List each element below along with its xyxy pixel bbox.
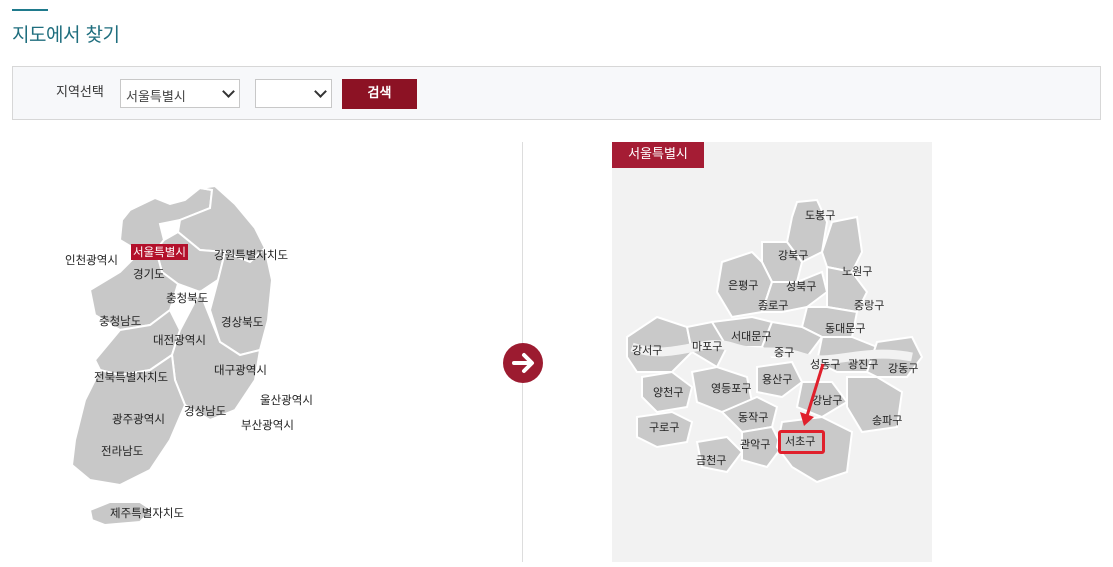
search-button[interactable]: 검색 — [342, 79, 417, 109]
region-select-label: 지역선택 — [56, 85, 104, 100]
chevron-down-icon — [314, 85, 327, 98]
map-label-seoul[interactable]: 서울특별시 — [131, 244, 188, 260]
map-label-gwangju[interactable]: 광주광역시 — [112, 411, 165, 427]
district-gangseo[interactable]: 강서구 — [632, 342, 662, 358]
district-geumcheon[interactable]: 금천구 — [696, 452, 726, 468]
district-guro[interactable]: 구로구 — [649, 419, 679, 435]
korea-map — [70, 184, 274, 527]
map-label-busan[interactable]: 부산광역시 — [241, 417, 294, 433]
seoul-panel-title: 서울특별시 — [612, 142, 704, 168]
region-select[interactable]: 서울특별시 — [120, 79, 240, 108]
district-jongno[interactable]: 종로구 — [758, 297, 788, 313]
district-eunpyeong[interactable]: 은평구 — [728, 277, 758, 293]
district-gangbuk[interactable]: 강북구 — [778, 247, 808, 263]
pointer-arrow-icon — [800, 363, 825, 426]
map-label-gyeongbuk[interactable]: 경상북도 — [221, 314, 263, 330]
map-label-chungbuk[interactable]: 충청북도 — [166, 290, 208, 306]
district-jungnang[interactable]: 중랑구 — [854, 297, 884, 313]
arrow-right-icon — [503, 343, 543, 383]
map-label-jeonnam[interactable]: 전라남도 — [101, 443, 143, 459]
region-select-value: 서울특별시 — [126, 90, 186, 105]
map-label-gyeongnam[interactable]: 경상남도 — [184, 403, 226, 419]
district-select[interactable] — [255, 79, 332, 108]
district-yeongdeungpo[interactable]: 영등포구 — [711, 380, 751, 396]
map-label-chungnam[interactable]: 충청남도 — [99, 313, 141, 329]
page-title: 지도에서 찾기 — [12, 24, 120, 46]
search-panel: 지역선택 서울특별시 검색 — [12, 66, 1101, 120]
title-accent-line — [12, 9, 48, 11]
map-label-incheon[interactable]: 인천광역시 — [65, 252, 118, 268]
map-label-jeonbuk[interactable]: 전북특별자치도 — [94, 369, 168, 385]
district-seodaemun[interactable]: 서대문구 — [731, 328, 771, 344]
district-yongsan[interactable]: 용산구 — [762, 371, 792, 387]
district-gwangjin[interactable]: 광진구 — [848, 356, 878, 372]
district-jung[interactable]: 중구 — [774, 344, 794, 360]
district-dongjak[interactable]: 동작구 — [738, 409, 768, 425]
district-nowon[interactable]: 노원구 — [842, 263, 872, 279]
district-dongdaemun[interactable]: 동대문구 — [825, 320, 865, 336]
district-gangdong[interactable]: 강동구 — [888, 360, 918, 376]
chevron-down-icon — [222, 85, 235, 98]
district-mapo[interactable]: 마포구 — [692, 338, 722, 354]
map-label-jeju[interactable]: 제주특별자치도 — [110, 505, 184, 521]
map-label-daejeon[interactable]: 대전광역시 — [153, 332, 206, 348]
district-dobong[interactable]: 도봉구 — [805, 207, 835, 223]
map-label-gangwon[interactable]: 강원특별자치도 — [214, 247, 288, 263]
map-label-daegu[interactable]: 대구광역시 — [214, 362, 267, 378]
district-gwanak[interactable]: 관악구 — [740, 436, 770, 452]
map-label-ulsan[interactable]: 울산광역시 — [260, 392, 313, 408]
map-label-gyeonggi[interactable]: 경기도 — [133, 266, 165, 282]
district-songpa[interactable]: 송파구 — [872, 412, 902, 428]
highlight-box — [778, 430, 825, 454]
district-yangcheon[interactable]: 양천구 — [653, 384, 683, 400]
district-seongbuk[interactable]: 성북구 — [786, 278, 816, 294]
